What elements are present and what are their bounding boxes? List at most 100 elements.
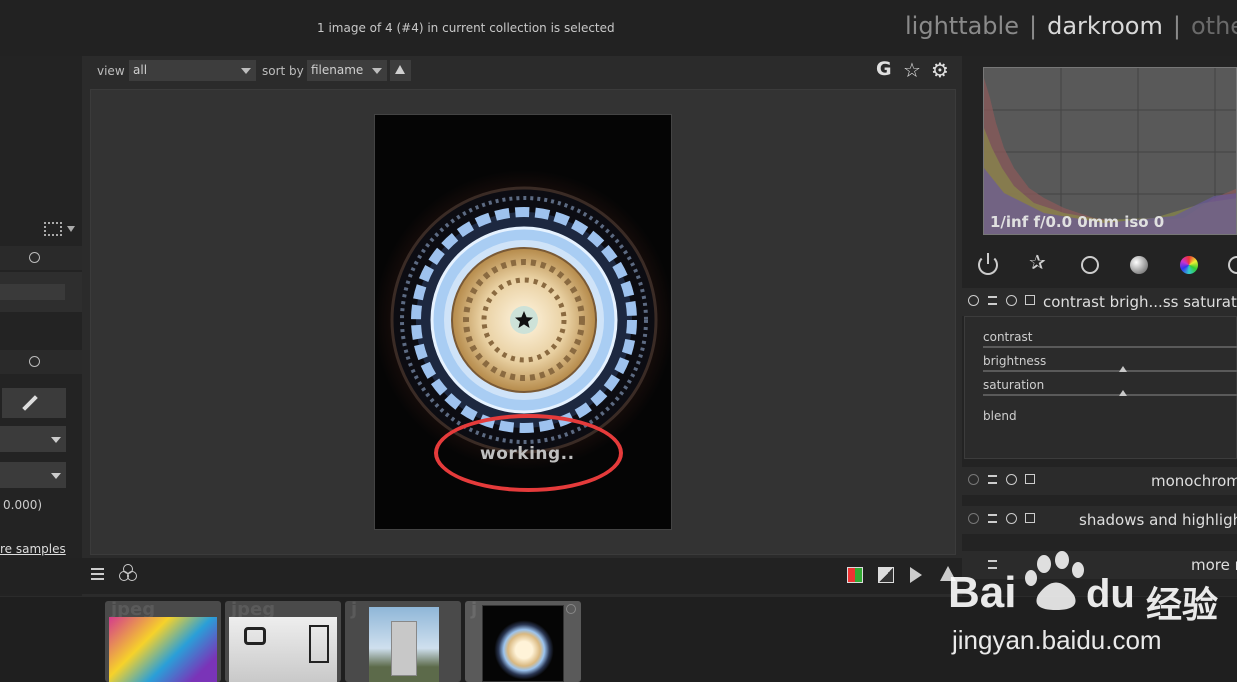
sort-label: sort by	[262, 64, 304, 78]
gear-icon[interactable]: ⚙	[931, 58, 949, 82]
slider-contrast[interactable]: contrast	[983, 327, 1237, 349]
menu-icon[interactable]	[91, 568, 104, 580]
histogram-graph	[984, 68, 1236, 234]
instance-icon[interactable]	[1025, 295, 1035, 305]
power-line	[987, 253, 989, 264]
instance-icon[interactable]	[1025, 474, 1035, 484]
chevron-down-icon	[372, 68, 382, 74]
view-switcher: lighttable | darkroom | other	[905, 12, 1237, 40]
power-icon[interactable]	[968, 513, 979, 524]
slider-label: brightness	[983, 354, 1047, 368]
slider-knob[interactable]	[1119, 390, 1127, 396]
value-readout: 0.000)	[3, 498, 43, 512]
blend-label[interactable]: blend	[983, 409, 1017, 423]
expand-icon[interactable]	[44, 222, 62, 236]
module-body	[0, 272, 82, 312]
module-header[interactable]	[0, 246, 82, 270]
chevron-down-icon	[241, 68, 251, 74]
module-name: monochrome	[1151, 472, 1237, 490]
star-icon[interactable]: ✰	[1029, 250, 1046, 274]
watermark-url: jingyan.baidu.com	[952, 625, 1162, 655]
view-other[interactable]: other	[1191, 12, 1237, 40]
grouping-icon[interactable]: G	[876, 58, 892, 80]
dropdown-arrow-icon[interactable]	[67, 226, 75, 232]
view-combobox[interactable]: all	[129, 60, 256, 81]
thumb-label: j	[351, 601, 358, 620]
text-field[interactable]	[0, 284, 65, 300]
samples-link[interactable]: re samples	[0, 542, 66, 556]
sort-value: filename	[311, 63, 364, 77]
slider-label: saturation	[983, 378, 1045, 392]
view-label: view	[97, 64, 125, 78]
filmstrip-thumb-selected[interactable]: j	[465, 601, 581, 682]
slider-track	[983, 394, 1237, 396]
highlight-annotation	[434, 414, 623, 492]
gradient-circle-icon[interactable]	[1130, 256, 1148, 274]
combobox[interactable]	[0, 426, 66, 452]
softproof-icon[interactable]	[910, 567, 922, 583]
reset-icon[interactable]	[1006, 295, 1017, 306]
view-separator: |	[1028, 12, 1038, 40]
thumb-image	[369, 607, 439, 682]
filmstrip-thumb[interactable]: jpeg	[225, 601, 341, 682]
module-header-contrast[interactable]: contrast brigh...ss saturation	[962, 288, 1237, 316]
instance-icon[interactable]	[1025, 513, 1035, 523]
view-darkroom[interactable]: darkroom	[1047, 12, 1163, 40]
slider-track	[983, 370, 1237, 372]
picker-button[interactable]	[2, 388, 66, 418]
selection-info: 1 image of 4 (#4) in current collection …	[317, 21, 615, 35]
lighttable-toolbar: view all sort by filename G ☆ ⚙	[90, 58, 956, 84]
top-header: 1 image of 4 (#4) in current collection …	[0, 0, 1237, 56]
filmstrip-thumb[interactable]: jpeg	[105, 601, 221, 682]
power-icon[interactable]	[29, 356, 40, 367]
filmstrip-thumb[interactable]: j	[345, 601, 461, 682]
view-separator: |	[1172, 12, 1181, 40]
thumb-label: j	[471, 601, 478, 620]
view-value: all	[133, 63, 148, 77]
slider-saturation[interactable]: saturation	[983, 375, 1237, 397]
arrow-up-icon	[395, 65, 405, 74]
presets-menu-icon[interactable]	[988, 475, 997, 484]
sort-order-button[interactable]	[390, 60, 411, 81]
toolbar-icons: G ☆ ⚙	[876, 58, 956, 82]
module-header-shadows[interactable]: shadows and highlights	[962, 506, 1237, 534]
module-body-contrast: contrast brightness saturation blend	[964, 316, 1237, 459]
module-group-tabs: ✰	[962, 250, 1237, 280]
thumb-image	[109, 617, 217, 682]
power-icon[interactable]	[968, 295, 979, 306]
dropdown-arrow-icon	[51, 437, 61, 443]
module-header-monochrome[interactable]: monochrome	[962, 467, 1237, 495]
histogram[interactable]	[983, 67, 1237, 235]
module-header[interactable]	[0, 350, 82, 374]
presets-menu-icon[interactable]	[988, 514, 997, 523]
thumb-image	[482, 605, 564, 682]
close-icon[interactable]	[566, 604, 576, 614]
slider-brightness[interactable]: brightness	[983, 351, 1237, 373]
view-lighttable[interactable]: lighttable	[905, 12, 1019, 40]
circle-icon[interactable]	[1081, 256, 1099, 274]
power-icon[interactable]	[29, 252, 40, 263]
reset-icon[interactable]	[1006, 513, 1017, 524]
reset-icon[interactable]	[1006, 474, 1017, 485]
slider-knob[interactable]	[1119, 366, 1127, 372]
baidu-watermark: Bai du 经验 jingyan.baidu.com	[946, 550, 1237, 682]
color-picker-icon[interactable]	[847, 567, 863, 583]
exif-info: 1/inf f/0.0 0mm iso 0	[990, 213, 1165, 231]
star-icon[interactable]: ☆	[903, 58, 921, 82]
slider-track	[983, 346, 1237, 348]
refresh-icon[interactable]	[1228, 256, 1237, 274]
watermark-brand2: du	[1086, 572, 1135, 616]
module-name: shadows and highlights	[1079, 511, 1237, 529]
watermark-brand: Bai	[948, 568, 1017, 617]
exposure-icon[interactable]	[878, 567, 894, 583]
dropdown-arrow-icon	[51, 473, 61, 479]
color-wheel-icon[interactable]	[1180, 256, 1198, 274]
power-icon[interactable]	[968, 474, 979, 485]
styles-icon[interactable]	[119, 563, 139, 583]
thumb-image	[229, 617, 337, 682]
presets-menu-icon[interactable]	[988, 296, 997, 305]
left-panel: 0.000) re samples	[0, 56, 82, 596]
combobox[interactable]	[0, 462, 66, 488]
sort-combobox[interactable]: filename	[307, 60, 387, 81]
module-name: contrast brigh...ss saturation	[1043, 293, 1237, 311]
